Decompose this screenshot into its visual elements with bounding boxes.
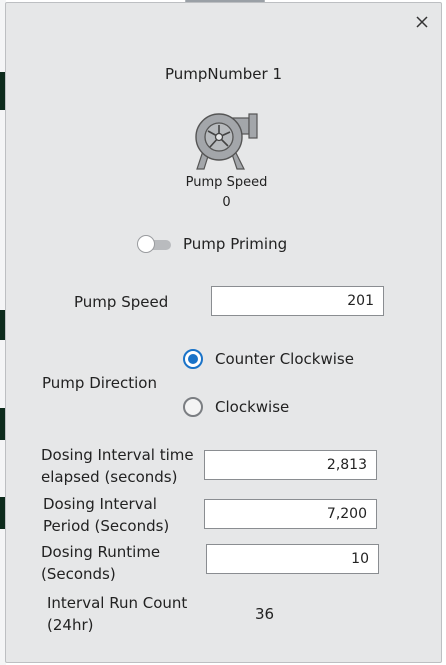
interval-elapsed-label-line1: Dosing Interval time (41, 446, 194, 464)
counter-clockwise-radio[interactable] (183, 349, 203, 369)
pump-direction-label: Pump Direction (42, 374, 157, 392)
clockwise-radio[interactable] (183, 397, 203, 417)
interval-period-label-line1: Dosing Interval (43, 495, 157, 513)
interval-elapsed-label-line2: elapsed (seconds) (41, 468, 178, 486)
pump-priming-label: Pump Priming (183, 235, 288, 253)
run-count-label-line2: (24hr) (47, 616, 94, 634)
pump-speed-input[interactable]: 201 (211, 286, 384, 316)
pump-speed-readout: 0 (222, 195, 231, 210)
pump-speed-caption: Pump Speed (185, 175, 268, 190)
dialog-title: PumpNumber 1 (165, 65, 282, 83)
runtime-input[interactable]: 10 (206, 544, 379, 574)
interval-period-input[interactable]: 7,200 (204, 499, 377, 529)
interval-elapsed-label: Dosing Interval time elapsed (seconds) (41, 444, 194, 488)
run-count-label: Interval Run Count (24hr) (47, 592, 187, 636)
run-count-value: 36 (255, 605, 275, 623)
runtime-label: Dosing Runtime (Seconds) (41, 541, 160, 585)
runtime-label-line1: Dosing Runtime (41, 543, 161, 561)
pump-settings-dialog: PumpNumber 1 Pump Speed 0 Pump Priming P… (5, 2, 442, 663)
pump-icon (195, 113, 258, 170)
runtime-label-line2: (Seconds) (41, 565, 116, 583)
run-count-label-line1: Interval Run Count (47, 594, 188, 612)
interval-period-label-line2: Period (Seconds) (43, 517, 170, 535)
pump-speed-label: Pump Speed (74, 293, 169, 311)
pump-priming-toggle[interactable] (137, 235, 173, 255)
clockwise-label: Clockwise (215, 398, 290, 416)
toggle-thumb (137, 235, 155, 253)
counter-clockwise-label: Counter Clockwise (215, 350, 354, 368)
radio-dot (188, 354, 198, 364)
close-icon (416, 16, 428, 28)
close-button[interactable] (411, 11, 433, 33)
interval-period-label: Dosing Interval Period (Seconds) (43, 493, 169, 537)
radio-ring (183, 397, 203, 417)
interval-elapsed-input[interactable]: 2,813 (204, 450, 377, 480)
